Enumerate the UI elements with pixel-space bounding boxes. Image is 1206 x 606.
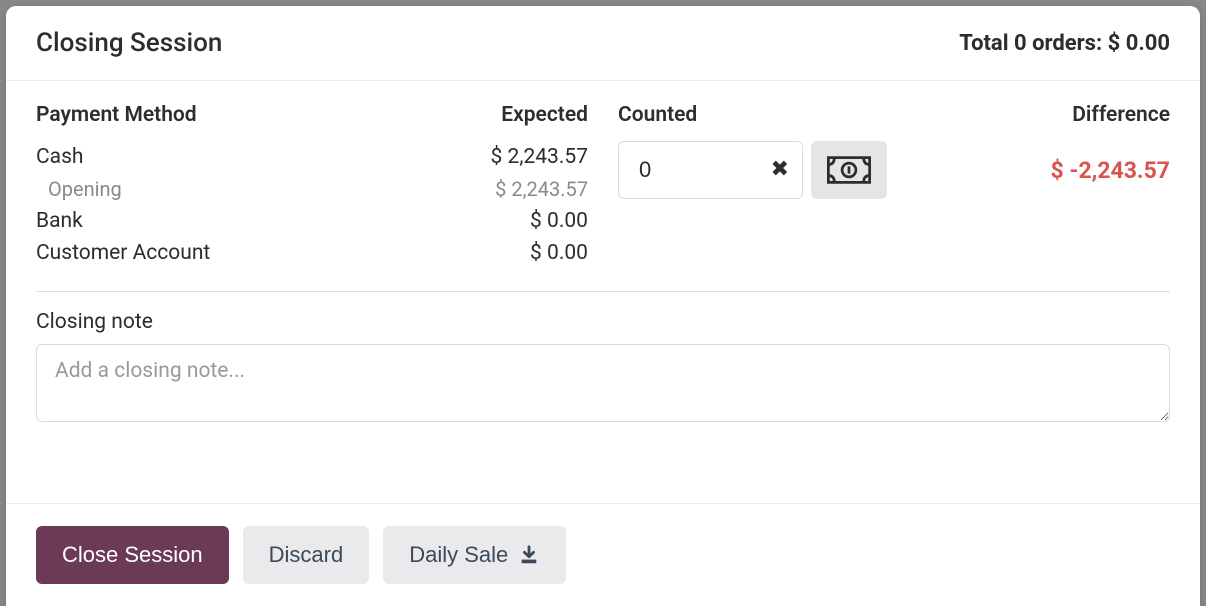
- section-divider: [36, 291, 1170, 292]
- payments-right-column: Counted Difference ✖: [618, 103, 1170, 269]
- payment-bank-expected: $ 0.00: [530, 209, 588, 233]
- cash-difference-value: $ -2,243.57: [895, 157, 1170, 184]
- discard-button[interactable]: Discard: [243, 526, 370, 584]
- payment-cash-expected: $ 2,243.57: [491, 145, 589, 169]
- modal-footer: Close Session Discard Daily Sale: [6, 503, 1200, 606]
- payment-row-opening: Opening $ 2,243.57: [36, 173, 588, 205]
- closing-note-input[interactable]: [36, 344, 1170, 422]
- download-icon: [518, 544, 540, 566]
- daily-sale-label: Daily Sale: [409, 542, 508, 568]
- payment-cash-label: Cash: [36, 145, 84, 169]
- counted-row-cash: ✖ $ -2,243.57: [618, 141, 1170, 199]
- payment-customer-account-expected: $ 0.00: [530, 241, 588, 265]
- payments-left-column: Payment Method Expected Cash $ 2,243.57 …: [36, 103, 588, 269]
- money-calculator-button[interactable]: [811, 141, 887, 199]
- payment-method-heading: Payment Method: [36, 103, 197, 127]
- payment-row-bank: Bank $ 0.00: [36, 205, 588, 237]
- discard-label: Discard: [269, 542, 344, 568]
- payment-row-cash: Cash $ 2,243.57: [36, 141, 588, 173]
- difference-heading: Difference: [1072, 103, 1170, 127]
- payment-bank-label: Bank: [36, 209, 83, 233]
- closing-session-modal: Closing Session Total 0 orders: $ 0.00 P…: [6, 6, 1200, 606]
- payment-row-customer-account: Customer Account $ 0.00: [36, 237, 588, 269]
- counted-input-wrap: ✖: [618, 141, 803, 199]
- payment-opening-expected: $ 2,243.57: [495, 177, 588, 201]
- counted-heading: Counted: [618, 103, 697, 127]
- expected-heading: Expected: [501, 103, 588, 127]
- payment-customer-account-label: Customer Account: [36, 241, 210, 265]
- payments-left-heading: Payment Method Expected: [36, 103, 588, 127]
- modal-title: Closing Session: [36, 28, 222, 58]
- orders-total: Total 0 orders: $ 0.00: [959, 31, 1170, 56]
- daily-sale-button[interactable]: Daily Sale: [383, 526, 566, 584]
- closing-note-label: Closing note: [36, 310, 1170, 334]
- payment-opening-label: Opening: [48, 177, 122, 201]
- modal-header: Closing Session Total 0 orders: $ 0.00: [6, 6, 1200, 81]
- clear-counted-icon[interactable]: ✖: [771, 159, 789, 181]
- close-session-label: Close Session: [62, 542, 203, 568]
- payments-grid: Payment Method Expected Cash $ 2,243.57 …: [36, 103, 1170, 269]
- money-bill-icon: [827, 155, 871, 185]
- payments-right-heading: Counted Difference: [618, 103, 1170, 127]
- close-session-button[interactable]: Close Session: [36, 526, 229, 584]
- modal-body: Payment Method Expected Cash $ 2,243.57 …: [6, 81, 1200, 503]
